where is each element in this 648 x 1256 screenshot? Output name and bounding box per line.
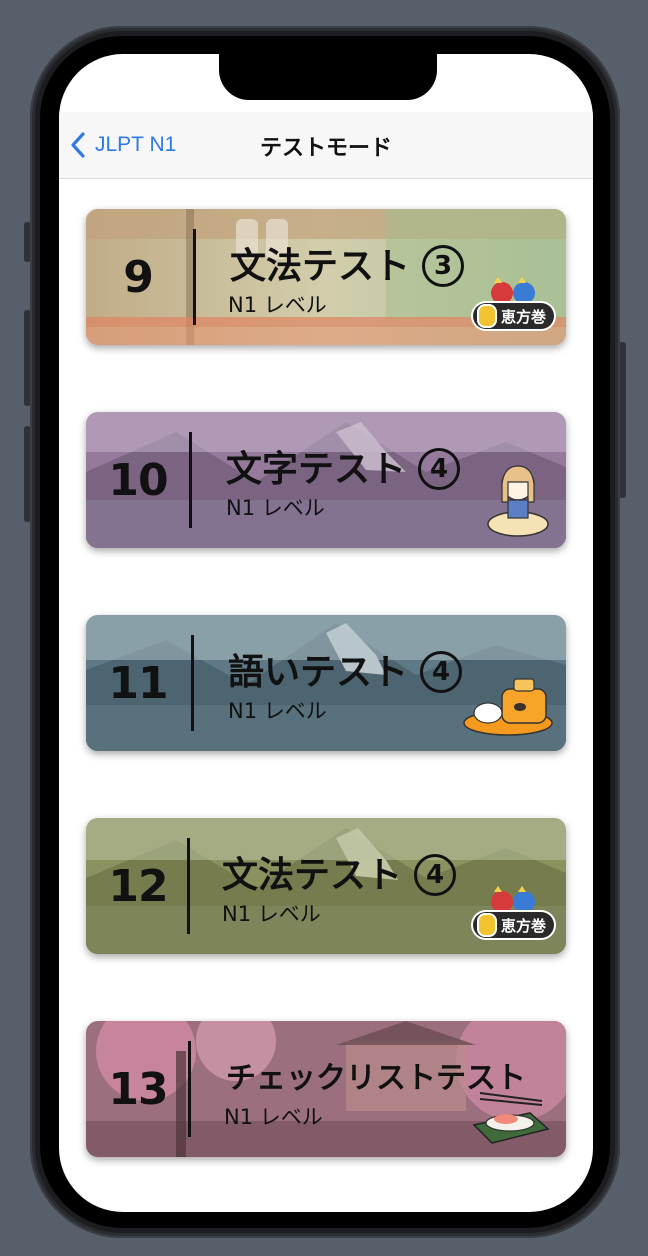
notch [219,54,437,100]
ehomaki-badge: 恵方巻 [472,912,554,938]
test-part-number: 4 [420,651,463,693]
divider [188,1041,191,1137]
rabbit-kotatsu-icon [463,678,553,736]
test-title-text: 文法テスト [222,855,403,896]
test-card-10[interactable]: 10 文字テスト 4 N1 レベル [86,412,566,548]
test-level: N1 レベル [228,293,327,317]
test-level: N1 レベル [224,1105,323,1129]
test-title: 文法テスト 4 [222,846,457,898]
divider [187,838,190,934]
studying-girl-icon [487,465,549,537]
oni-sticker-icon [491,886,535,913]
test-card-13[interactable]: 13 チェックリストテスト N1 レベル [86,1021,566,1157]
screen: JLPT N1 テストモード 9 文法テスト 3 N1 レベル 恵方巻 10 文… [59,54,593,1212]
test-card-12[interactable]: 12 文法テスト 4 N1 レベル 恵方巻 [86,818,566,954]
badge-label: 恵方巻 [500,916,546,935]
test-title-text: 文法テスト [230,246,411,287]
test-title-text: 文字テスト [226,449,407,490]
page-title: テストモード [259,136,392,161]
test-title: 文法テスト 3 [230,237,465,289]
test-title: 語いテスト 4 [228,643,463,695]
sushi-plate-icon [472,1092,550,1144]
badge-label: 恵方巻 [500,307,546,326]
test-part-number: 4 [414,854,457,896]
test-level: N1 レベル [226,496,325,520]
test-number: 9 [123,251,154,303]
test-level: N1 レベル [222,902,321,926]
test-card-9[interactable]: 9 文法テスト 3 N1 レベル 恵方巻 [86,209,566,345]
power-button [619,342,626,498]
oni-sticker-icon [491,277,535,304]
coin-icon [476,913,497,937]
test-title: 文字テスト 4 [226,440,461,492]
divider [191,635,194,731]
test-level: N1 レベル [228,699,327,723]
navigation-bar: JLPT N1 テストモード [59,112,593,179]
divider [189,432,192,528]
coin-icon [476,304,497,328]
test-part-number: 3 [422,245,465,287]
test-title-text: 語いテスト [228,652,409,693]
divider [193,229,196,325]
test-card-11[interactable]: 11 語いテスト 4 N1 レベル [86,615,566,751]
test-part-number: 4 [418,448,461,490]
ehomaki-badge: 恵方巻 [472,303,554,329]
test-number: 13 [108,1063,168,1115]
test-number: 10 [108,454,168,506]
test-number: 11 [108,657,168,709]
test-number: 12 [108,860,168,912]
